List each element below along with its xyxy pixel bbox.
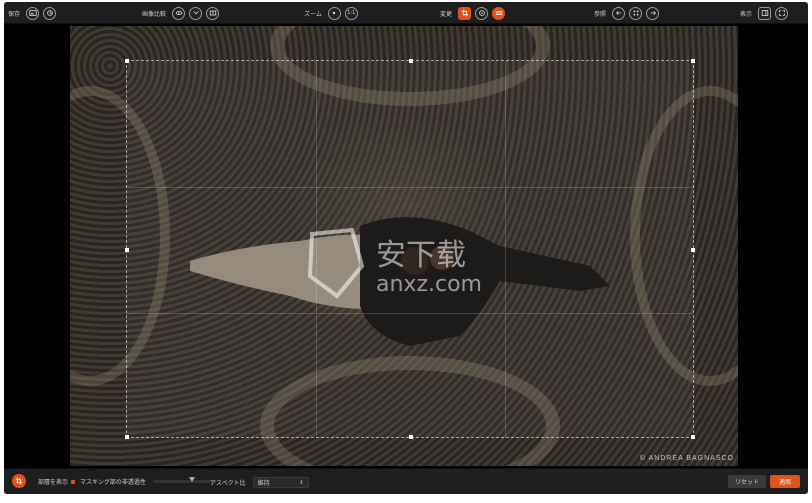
top-toolbar: 保存 画像比較 ズーム 1:1 変更 参照 表示 bbox=[4, 2, 808, 24]
crop-handle-bottom[interactable] bbox=[409, 435, 413, 439]
compare-side-button[interactable] bbox=[206, 6, 220, 20]
zoom-100-button[interactable]: 1:1 bbox=[344, 6, 358, 20]
crop-handle-top-right[interactable] bbox=[691, 59, 695, 63]
view-group: 表示 bbox=[740, 2, 789, 24]
retouch-mode-button[interactable] bbox=[475, 6, 489, 20]
show-outside-toggle[interactable]: 部層を表示 bbox=[38, 477, 76, 486]
fullscreen-icon bbox=[778, 10, 785, 16]
edit-label: 変更 bbox=[440, 10, 453, 18]
masking-opacity-control: マスキング部の非透過性 bbox=[80, 477, 213, 486]
compare-group: 画像比較 bbox=[142, 2, 220, 24]
reset-button[interactable]: リセット bbox=[728, 475, 766, 488]
next-button[interactable] bbox=[646, 6, 660, 20]
zoom-fit-icon bbox=[333, 11, 336, 15]
bottom-toolbar: 部層を表示 マスキング部の非透過性 アスペクト比 維持 ⇕ リセット 適用 bbox=[4, 468, 808, 494]
watermark-cn-text: 安下载 bbox=[376, 238, 466, 273]
view-fullscreen-button[interactable] bbox=[775, 6, 789, 20]
reference-label: 参照 bbox=[594, 10, 607, 18]
crop-guide-h2 bbox=[127, 313, 693, 314]
crop-icon bbox=[461, 9, 468, 17]
compare-split-button[interactable] bbox=[189, 6, 203, 20]
aspect-ratio-select[interactable]: 維持 ⇕ bbox=[252, 477, 309, 488]
masking-opacity-slider[interactable] bbox=[152, 477, 213, 483]
aspect-ratio-label: アスペクト比 bbox=[210, 480, 246, 487]
arrow-left-icon bbox=[615, 11, 621, 15]
eye-icon bbox=[175, 11, 182, 15]
zoom-label: ズーム bbox=[304, 10, 322, 18]
site-watermark: 安下载 anxz.com bbox=[302, 226, 512, 306]
toggle-indicator-icon bbox=[71, 479, 76, 484]
compare-label: 画像比較 bbox=[142, 10, 167, 18]
grid-button[interactable] bbox=[629, 6, 643, 20]
compare-before-button[interactable] bbox=[172, 6, 186, 20]
select-arrows-icon: ⇕ bbox=[299, 479, 304, 486]
save-label: 保存 bbox=[8, 10, 21, 18]
arrow-right-icon bbox=[650, 11, 656, 15]
brush-icon bbox=[478, 10, 485, 16]
reference-group: 参照 bbox=[594, 2, 660, 24]
crop-handle-top[interactable] bbox=[409, 59, 413, 63]
adjust-mode-button[interactable] bbox=[492, 6, 506, 20]
crop-handle-top-left[interactable] bbox=[125, 59, 129, 63]
panel-icon bbox=[761, 10, 768, 16]
photo-image: 安下载 anxz.com © ANDREA BAGNASCO bbox=[70, 26, 738, 466]
slider-thumb-icon[interactable] bbox=[188, 477, 195, 482]
show-outside-label: 部層を表示 bbox=[38, 479, 69, 486]
aspect-ratio-control: アスペクト比 維持 ⇕ bbox=[210, 477, 309, 488]
previous-button[interactable] bbox=[612, 6, 626, 20]
grid-icon bbox=[633, 10, 638, 16]
image-canvas[interactable]: 安下载 anxz.com © ANDREA BAGNASCO bbox=[4, 24, 808, 468]
zoom-fit-button[interactable] bbox=[327, 6, 341, 20]
save-image-button[interactable] bbox=[26, 6, 40, 20]
crop-handle-right[interactable] bbox=[691, 248, 695, 252]
save-group: 保存 bbox=[8, 2, 57, 24]
app-window: 保存 画像比較 ズーム 1:1 変更 参照 表示 安下载 anxz.com © … bbox=[4, 2, 808, 494]
split-view-icon bbox=[192, 11, 199, 15]
crop-handle-bottom-left[interactable] bbox=[125, 435, 129, 439]
crop-mode-button[interactable] bbox=[458, 6, 472, 20]
aspect-ratio-value: 維持 bbox=[257, 480, 270, 487]
masking-opacity-label: マスキング部の非透過性 bbox=[80, 479, 146, 486]
edit-group: 変更 bbox=[440, 2, 506, 24]
image-save-icon bbox=[28, 10, 37, 16]
crop-tool-button[interactable] bbox=[12, 474, 26, 488]
crop-handle-bottom-right[interactable] bbox=[691, 435, 695, 439]
crop-guide-h1 bbox=[127, 187, 693, 188]
photo-credit: © ANDREA BAGNASCO bbox=[639, 455, 734, 462]
crop-icon bbox=[15, 477, 23, 485]
side-by-side-icon bbox=[209, 10, 216, 16]
save-options-button[interactable] bbox=[43, 6, 57, 20]
view-panel-button[interactable] bbox=[758, 6, 772, 20]
watermark-url-text: anxz.com bbox=[376, 272, 482, 297]
apply-button[interactable]: 適用 bbox=[770, 475, 800, 488]
crop-handle-left[interactable] bbox=[125, 248, 129, 252]
sliders-icon bbox=[495, 11, 502, 15]
view-label: 表示 bbox=[740, 10, 753, 18]
zoom-group: ズーム 1:1 bbox=[304, 2, 358, 24]
share-icon bbox=[46, 10, 53, 16]
